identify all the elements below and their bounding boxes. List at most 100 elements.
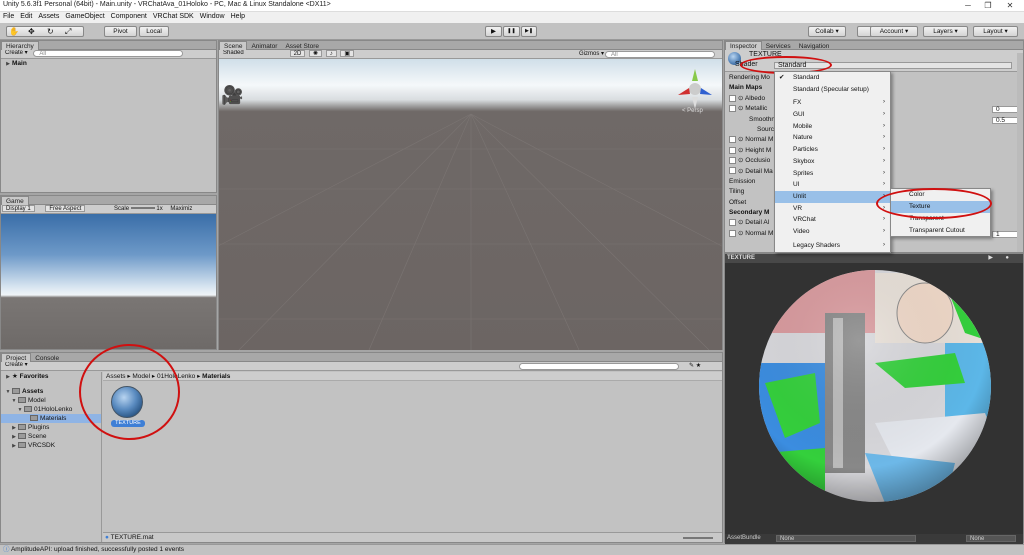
preview-light-icon[interactable]: ● bbox=[1005, 254, 1009, 263]
aspect-dropdown[interactable]: Free Aspect bbox=[45, 205, 86, 212]
tab-hierarchy[interactable]: Hierarchy bbox=[1, 41, 39, 50]
texture-slot[interactable] bbox=[729, 104, 736, 112]
shader-menu-item[interactable]: Standard (Specular setup) bbox=[775, 84, 890, 96]
menu-assets[interactable]: Assets bbox=[35, 12, 62, 21]
expand-arrow-icon[interactable]: ▶ bbox=[10, 442, 18, 451]
effects-icon[interactable]: ▣ bbox=[340, 50, 355, 57]
scale-slider[interactable] bbox=[130, 207, 155, 210]
project-create-button[interactable]: Create ▾ bbox=[2, 362, 31, 369]
shader-menu-item[interactable]: Unlit › bbox=[775, 190, 890, 203]
tab-game[interactable]: Game bbox=[1, 196, 29, 205]
close-icon[interactable]: ✕ bbox=[1000, 0, 1020, 12]
shader-menu-item[interactable]: Nature › bbox=[775, 132, 890, 144]
audio-icon[interactable]: ♪ bbox=[325, 50, 337, 57]
shader-menu-item[interactable]: Skybox › bbox=[775, 156, 890, 168]
menu-vrchat-sdk[interactable]: VRChat SDK bbox=[150, 12, 197, 21]
object-picker-icon[interactable]: ⊙ bbox=[738, 95, 745, 102]
collab-button[interactable]: Collab ▾ bbox=[808, 26, 846, 37]
account-button[interactable]: Account ▾ bbox=[870, 26, 918, 37]
assetbundle-variant-dropdown[interactable]: None bbox=[966, 535, 1016, 542]
layout-button[interactable]: Layout ▾ bbox=[973, 26, 1018, 37]
menu-window[interactable]: Window bbox=[197, 12, 228, 21]
shading-mode-dropdown[interactable]: Shaded bbox=[220, 50, 286, 57]
shader-menu-item[interactable]: Legacy Shaders › bbox=[775, 240, 890, 252]
gizmos-dropdown[interactable]: Gizmos ▾ bbox=[579, 50, 604, 58]
expand-arrow-icon[interactable]: ▶ bbox=[4, 373, 12, 382]
mode-2d-button[interactable]: 2D bbox=[289, 50, 306, 57]
maximize-icon[interactable]: ❐ bbox=[978, 0, 998, 12]
game-view-render[interactable] bbox=[1, 214, 216, 349]
texture-slot[interactable] bbox=[729, 229, 736, 237]
property-label: Offset bbox=[729, 198, 747, 206]
shader-menu-item[interactable]: Particles › bbox=[775, 144, 890, 156]
persp-label[interactable]: < Persp bbox=[682, 108, 703, 114]
play-button[interactable]: ▶ bbox=[485, 26, 502, 37]
lighting-icon[interactable]: ✺ bbox=[309, 50, 323, 57]
filter-icon[interactable]: ✎ ★ bbox=[689, 362, 701, 370]
tab-scene[interactable]: Scene bbox=[219, 41, 248, 50]
step-button[interactable]: ▶❚ bbox=[521, 26, 537, 37]
menu-file[interactable]: File bbox=[0, 12, 17, 21]
property-value-field[interactable]: 0.5 bbox=[992, 116, 1018, 124]
shader-menu-item[interactable]: UI › bbox=[775, 179, 890, 191]
property-value-field[interactable]: 1 bbox=[992, 230, 1018, 238]
shader-menu-item[interactable]: VR › bbox=[775, 203, 890, 215]
property-label: Normal M bbox=[745, 136, 774, 144]
project-tree-item[interactable]: ▶ Plugins bbox=[1, 423, 101, 432]
shader-menu-item[interactable]: GUI › bbox=[775, 109, 890, 121]
project-tree-item[interactable]: ▶ Scene bbox=[1, 432, 101, 441]
property-value-field[interactable]: 0 bbox=[992, 106, 1018, 114]
pause-button[interactable]: ❚❚ bbox=[503, 26, 520, 37]
display-dropdown[interactable]: Display 1 bbox=[2, 205, 35, 212]
material-preview-sphere[interactable] bbox=[725, 263, 1023, 531]
texture-slot[interactable] bbox=[729, 136, 736, 144]
texture-slot[interactable] bbox=[729, 167, 736, 175]
move-tool-icon[interactable]: ✥ bbox=[28, 27, 35, 36]
texture-slot[interactable] bbox=[729, 94, 736, 102]
shader-menu-item[interactable]: Video › bbox=[775, 226, 890, 238]
menu-edit[interactable]: Edit bbox=[17, 12, 35, 21]
expand-arrow-icon[interactable]: ▶ bbox=[4, 60, 12, 69]
menu-component[interactable]: Component bbox=[108, 12, 150, 21]
camera-icon[interactable]: 🎥 bbox=[221, 85, 243, 106]
texture-slot[interactable] bbox=[729, 219, 736, 227]
preview-play-icon[interactable]: ▶ bbox=[988, 254, 993, 263]
breadcrumb-materials[interactable]: Materials bbox=[202, 373, 230, 380]
pivot-button[interactable]: Pivot bbox=[104, 26, 137, 37]
inspector-scrollbar[interactable] bbox=[1017, 53, 1023, 252]
shader-menu-item[interactable]: Mobile › bbox=[775, 121, 890, 133]
hierarchy-panel: Hierarchy Create ▾ All ▶ Main bbox=[0, 40, 217, 193]
shader-menu-item[interactable]: Sprites › bbox=[775, 168, 890, 180]
project-search-input[interactable] bbox=[519, 363, 679, 370]
menu-gameobject[interactable]: GameObject bbox=[62, 12, 107, 21]
tab-project[interactable]: Project bbox=[1, 353, 32, 362]
hand-tool-icon[interactable]: ✋ bbox=[9, 27, 19, 36]
maximize-on-play-button[interactable]: Maximiz bbox=[170, 206, 192, 212]
shader-menu-item[interactable]: ✔ Standard bbox=[775, 72, 890, 84]
folder-icon bbox=[18, 424, 26, 431]
icon-size-slider[interactable] bbox=[683, 537, 713, 539]
hierarchy-create-button[interactable]: Create ▾ bbox=[2, 50, 31, 57]
scene-panel: Scene Animator Asset Store Shaded 2D ✺ ♪ ▣… bbox=[218, 40, 723, 350]
tab-inspector[interactable]: Inspector bbox=[725, 41, 762, 50]
submenu-arrow-icon: › bbox=[883, 134, 885, 141]
menu-help[interactable]: Help bbox=[228, 12, 248, 21]
submenu-arrow-icon: › bbox=[883, 99, 885, 106]
scene-search-input[interactable]: All bbox=[605, 51, 715, 58]
texture-slot[interactable] bbox=[729, 146, 736, 154]
hierarchy-item-main[interactable]: ▶ Main bbox=[1, 59, 216, 68]
project-tree-item[interactable]: ▶ VRCSDK bbox=[1, 441, 101, 450]
scale-tool-icon[interactable]: ⤢ bbox=[65, 27, 71, 36]
scene-gizmo-icon[interactable] bbox=[675, 69, 715, 109]
shader-menu-item[interactable]: VRChat › bbox=[775, 214, 890, 226]
minimize-icon[interactable]: ─ bbox=[958, 0, 978, 12]
scene-viewport[interactable]: 🎥 < Persp bbox=[219, 59, 722, 350]
rotate-tool-icon[interactable]: ↻ bbox=[47, 27, 54, 36]
unlit-submenu-item[interactable]: Transparent Cutout bbox=[891, 225, 990, 237]
assetbundle-dropdown[interactable]: None bbox=[776, 535, 916, 542]
local-button[interactable]: Local bbox=[139, 26, 169, 37]
shader-menu-item[interactable]: FX › bbox=[775, 97, 890, 109]
layers-button[interactable]: Layers ▾ bbox=[923, 26, 968, 37]
texture-slot[interactable] bbox=[729, 156, 736, 164]
hierarchy-search-input[interactable]: All bbox=[33, 50, 184, 57]
